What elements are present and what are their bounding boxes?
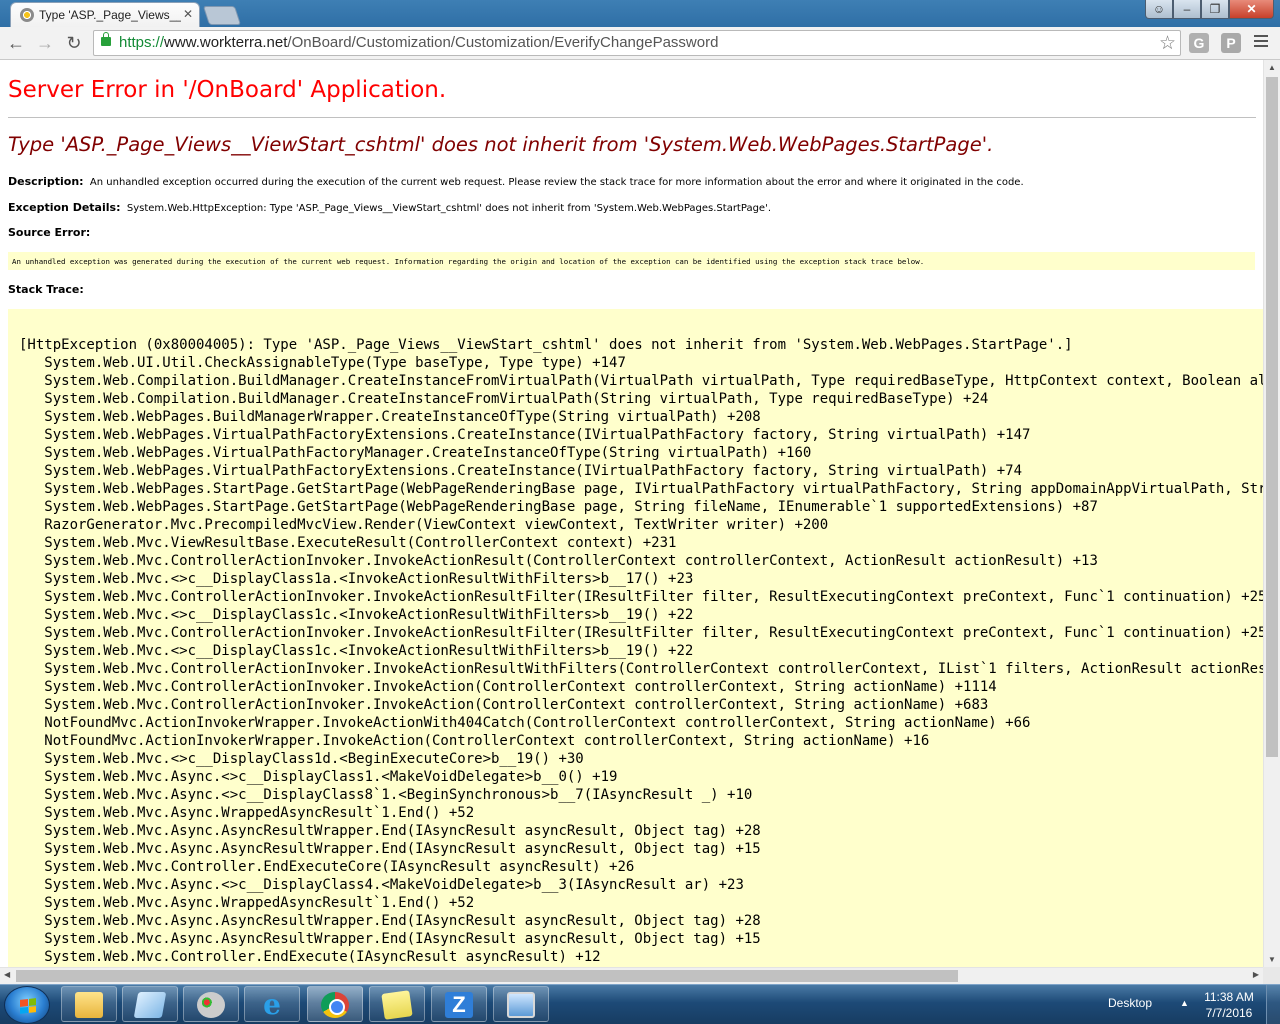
minimize-button[interactable]: – <box>1173 0 1201 19</box>
window-controls: ☺ – ❐ ✕ <box>1145 0 1274 19</box>
taskbar-notepad[interactable] <box>122 986 178 1022</box>
divider <box>8 117 1256 118</box>
stack-trace-heading: Stack Trace: <box>8 283 84 296</box>
taskbar-internet-explorer[interactable]: e <box>244 986 300 1022</box>
source-error-box: An unhandled exception was generated dur… <box>8 252 1255 270</box>
chrome-icon <box>321 992 349 1018</box>
ie-icon: e <box>263 988 281 1021</box>
stack-trace-box: [HttpException (0x80004005): Type 'ASP._… <box>8 309 1263 967</box>
tab-title: Type 'ASP._Page_Views__\ <box>39 8 181 22</box>
show-desktop-button[interactable] <box>1266 985 1280 1024</box>
address-bar[interactable]: https://www.workterra.net/OnBoard/Custom… <box>93 30 1181 56</box>
extension-g-button[interactable]: G <box>1189 33 1209 53</box>
browser-tab[interactable]: Type 'ASP._Page_Views__\ ✕ <box>10 2 200 27</box>
windows-logo-icon <box>20 998 36 1014</box>
scroll-down-icon[interactable]: ▼ <box>1268 955 1276 964</box>
page-viewport: Server Error in '/OnBoard' Application. … <box>0 60 1263 967</box>
taskbar-remote-desktop[interactable] <box>493 986 549 1022</box>
paint-icon <box>197 992 225 1018</box>
show-hidden-icons-icon[interactable]: ▲ <box>1180 998 1189 1008</box>
source-error-heading: Source Error: <box>8 226 91 239</box>
desktop-toolbar-label[interactable]: Desktop <box>1108 996 1152 1010</box>
scrollbar-corner <box>1263 967 1280 984</box>
error-message: Type 'ASP._Page_Views__ViewStart_cshtml'… <box>8 133 994 156</box>
vertical-scrollbar[interactable]: ▲ ▼ <box>1263 60 1280 967</box>
lock-icon <box>101 32 111 46</box>
taskbar-sticky-notes[interactable] <box>369 986 425 1022</box>
z-app-icon: Z <box>445 992 473 1018</box>
bookmark-star-icon[interactable]: ☆ <box>1159 32 1176 55</box>
new-tab-button[interactable] <box>202 6 242 25</box>
remote-desktop-icon <box>507 992 535 1018</box>
extension-p-button[interactable]: P <box>1221 33 1241 53</box>
horizontal-scrollbar[interactable]: ◀ ▶ <box>0 967 1263 984</box>
favicon-icon <box>20 8 34 22</box>
taskbar-paint[interactable] <box>183 986 239 1022</box>
sticky-notes-icon <box>381 990 413 1020</box>
url-text: https://www.workterra.net/OnBoard/Custom… <box>119 34 719 51</box>
description-text: An unhandled exception occurred during t… <box>89 177 1024 188</box>
start-button[interactable] <box>4 986 50 1024</box>
clock-time[interactable]: 11:38 AM <box>1200 990 1258 1004</box>
vertical-scroll-thumb[interactable] <box>1266 77 1278 757</box>
forward-button[interactable]: → <box>33 31 57 55</box>
description-line: Description: An unhandled exception occu… <box>8 175 1024 188</box>
browser-menu-button[interactable] <box>1254 35 1268 50</box>
close-window-button[interactable]: ✕ <box>1229 0 1274 19</box>
taskbar-chrome[interactable] <box>307 986 363 1022</box>
notepad-icon <box>133 992 167 1018</box>
close-tab-icon[interactable]: ✕ <box>183 7 193 21</box>
exception-label: Exception Details: <box>8 201 121 214</box>
taskbar-explorer[interactable] <box>61 986 117 1022</box>
source-error-text: An unhandled exception was generated dur… <box>12 257 925 266</box>
windows-taskbar: e Z Desktop ▲ 11:38 AM 7/7/2016 <box>0 984 1280 1024</box>
scroll-up-icon[interactable]: ▲ <box>1268 63 1276 72</box>
scroll-left-icon[interactable]: ◀ <box>4 970 10 979</box>
folder-icon <box>75 992 103 1018</box>
restore-button[interactable]: ❐ <box>1201 0 1229 19</box>
clock-date[interactable]: 7/7/2016 <box>1200 1006 1258 1020</box>
user-profile-button[interactable]: ☺ <box>1145 0 1173 19</box>
exception-text: System.Web.HttpException: Type 'ASP._Pag… <box>126 203 771 214</box>
horizontal-scroll-thumb[interactable] <box>16 970 958 982</box>
back-button[interactable]: ← <box>4 31 28 55</box>
browser-toolbar: ← → ↻ https://www.workterra.net/OnBoard/… <box>0 27 1280 60</box>
browser-titlebar: Type 'ASP._Page_Views__\ ✕ ☺ – ❐ ✕ <box>0 0 1280 27</box>
scroll-right-icon[interactable]: ▶ <box>1253 970 1259 979</box>
taskbar-z-app[interactable]: Z <box>431 986 487 1022</box>
page-title: Server Error in '/OnBoard' Application. <box>8 77 447 103</box>
reload-button[interactable]: ↻ <box>62 31 86 55</box>
description-label: Description: <box>8 175 84 188</box>
exception-details-line: Exception Details: System.Web.HttpExcept… <box>8 201 771 214</box>
stack-trace-text: [HttpException (0x80004005): Type 'ASP._… <box>19 337 1263 965</box>
